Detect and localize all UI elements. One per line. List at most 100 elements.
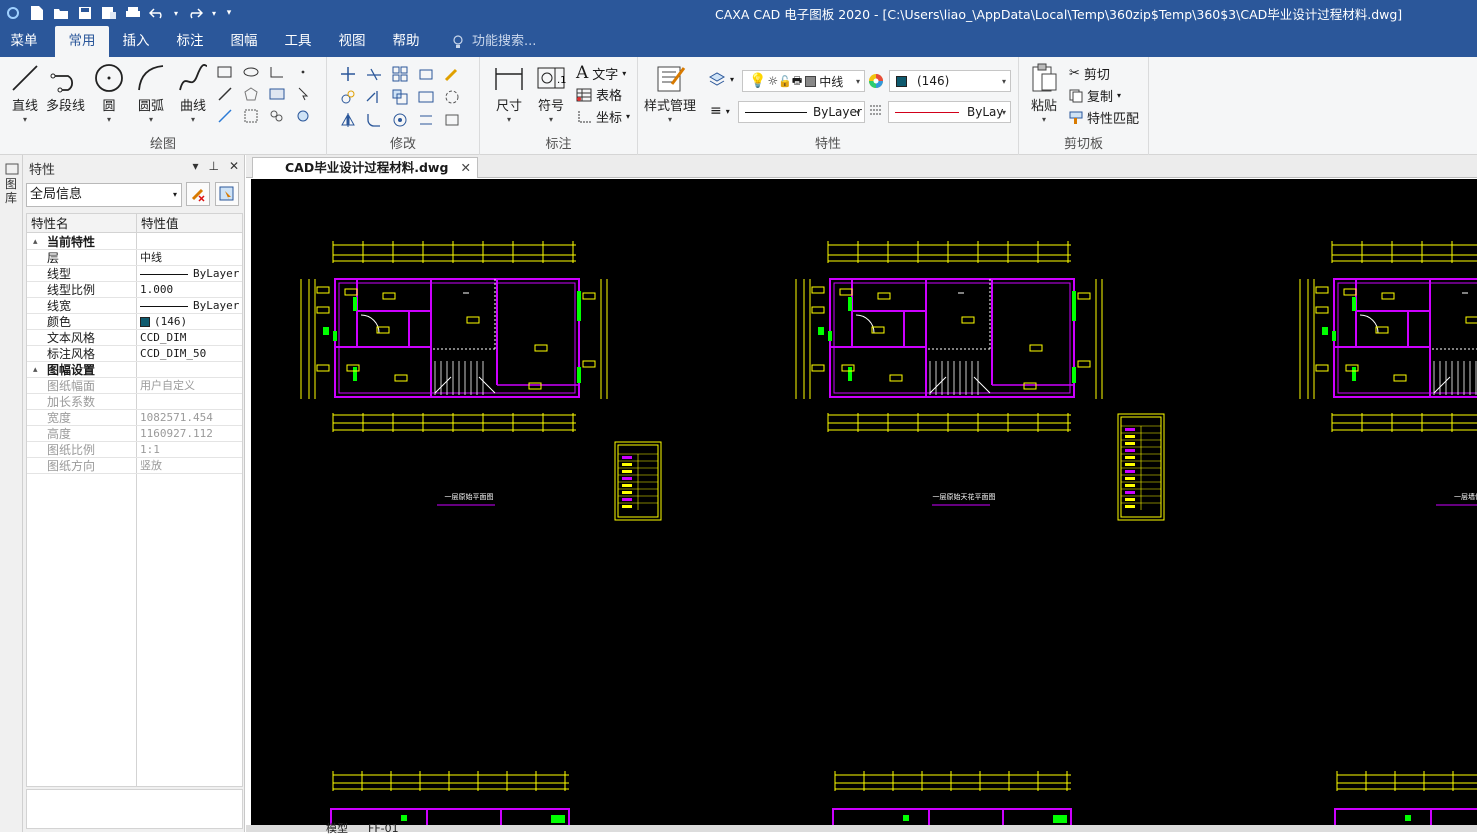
- explode-icon[interactable]: [443, 88, 461, 106]
- match-properties-button[interactable]: 特性匹配: [1069, 108, 1139, 127]
- move-icon[interactable]: [339, 65, 357, 83]
- tab-view[interactable]: 视图: [328, 26, 376, 57]
- property-row[interactable]: 文本风格 CCD_DIM: [27, 330, 242, 346]
- rectangle-icon[interactable]: [216, 63, 234, 81]
- lineweight-list-button[interactable]: ≡ ▾: [710, 103, 730, 119]
- trim-icon[interactable]: [365, 65, 383, 83]
- point-icon[interactable]: [294, 63, 312, 81]
- scope-select[interactable]: 全局信息 ▾: [26, 183, 182, 207]
- linestyle-button[interactable]: [869, 104, 883, 116]
- erase-icon[interactable]: [443, 111, 461, 129]
- open-folder-icon[interactable]: [52, 4, 70, 22]
- copy-object-icon[interactable]: [339, 88, 357, 106]
- save-as-icon[interactable]: [100, 4, 118, 22]
- cut-button[interactable]: ✂ 剪切: [1069, 64, 1110, 83]
- panel-menu-icon[interactable]: ▾: [192, 159, 198, 173]
- quick-select-button[interactable]: [215, 182, 239, 206]
- offset-icon[interactable]: [417, 88, 435, 106]
- property-row[interactable]: 线型 ByLayer: [27, 266, 242, 282]
- style-manager-button[interactable]: 样式管理 ▾: [644, 61, 696, 124]
- parallel-line-icon[interactable]: [216, 85, 234, 103]
- color-wheel-button[interactable]: [868, 73, 884, 89]
- wipeout-icon[interactable]: [294, 107, 312, 125]
- polygon-icon[interactable]: [242, 85, 260, 103]
- tab-menu[interactable]: 菜单: [0, 26, 48, 57]
- fillet-icon[interactable]: [365, 111, 383, 129]
- pin-icon[interactable]: ⊥: [208, 159, 218, 173]
- text-button[interactable]: A 文字 ▾: [576, 63, 626, 83]
- toggle-pickadd-button[interactable]: [186, 182, 210, 206]
- circle-button[interactable]: 圆 ▾: [92, 61, 126, 124]
- color-combo[interactable]: (146) ▾: [889, 70, 1011, 92]
- polyline-button[interactable]: 多段线: [46, 61, 85, 114]
- array-icon[interactable]: [391, 65, 409, 83]
- property-row[interactable]: 标注风格 CCD_DIM_50: [27, 346, 242, 362]
- redo-dropdown-icon[interactable]: ▾: [210, 4, 218, 22]
- library-icon[interactable]: [5, 163, 19, 175]
- table-button[interactable]: 表格: [576, 85, 622, 104]
- close-icon[interactable]: ✕: [229, 159, 239, 173]
- arc-button[interactable]: 圆弧 ▾: [134, 61, 168, 124]
- dimension-button[interactable]: 尺寸 ▾: [492, 61, 526, 124]
- hatch-icon[interactable]: [268, 85, 286, 103]
- label-tag: [528, 382, 542, 390]
- redo-icon[interactable]: [186, 4, 204, 22]
- property-row[interactable]: 线宽 ByLayer: [27, 298, 242, 314]
- paste-button[interactable]: 粘贴 ▾: [1027, 61, 1061, 124]
- tab-common[interactable]: 常用: [55, 26, 109, 57]
- mirror-icon[interactable]: [339, 111, 357, 129]
- drawing-canvas[interactable]: 一层原始平面图 一层原始天花平面图 一层墙体: [251, 179, 1477, 825]
- app-logo-icon[interactable]: [4, 4, 22, 22]
- layer-manager-button[interactable]: ▾: [708, 71, 734, 87]
- break-icon[interactable]: [417, 111, 435, 129]
- property-value[interactable]: 中线: [140, 250, 162, 266]
- property-section[interactable]: ▴ 当前特性: [27, 234, 242, 250]
- collapse-icon[interactable]: ▴: [33, 362, 38, 378]
- new-file-icon[interactable]: [28, 4, 46, 22]
- block-icon[interactable]: [242, 107, 260, 125]
- tab-help[interactable]: 帮助: [382, 26, 430, 57]
- centerline-icon[interactable]: [268, 63, 286, 81]
- linetype-combo[interactable]: ByLayer ▾: [738, 101, 865, 123]
- layer-combo[interactable]: 💡 ☼ 🔓 🖶 中线 ▾: [742, 70, 865, 92]
- copy-button[interactable]: 复制 ▾: [1069, 86, 1121, 105]
- close-document-icon[interactable]: ✕: [461, 158, 471, 178]
- document-tab[interactable]: CAD毕业设计过程材料.dwg ✕: [252, 157, 478, 178]
- scale-icon[interactable]: [391, 88, 409, 106]
- tab-sheet[interactable]: 图幅: [220, 26, 268, 57]
- symbol-button[interactable]: .1 符号 ▾: [534, 61, 568, 124]
- curve-button[interactable]: 曲线 ▾: [176, 61, 210, 124]
- tab-annotate[interactable]: 标注: [166, 26, 214, 57]
- property-row[interactable]: 层 中线: [27, 250, 242, 266]
- property-value[interactable]: (146): [154, 314, 187, 330]
- property-row[interactable]: 颜色 (146): [27, 314, 242, 330]
- property-section[interactable]: ▴ 图幅设置: [27, 362, 242, 378]
- extend-icon[interactable]: [365, 88, 383, 106]
- collapse-icon[interactable]: ▴: [33, 234, 38, 250]
- save-icon[interactable]: [76, 4, 94, 22]
- tab-tools[interactable]: 工具: [274, 26, 322, 57]
- lineweight-combo[interactable]: ByLay ▾: [888, 101, 1011, 123]
- construction-line-icon[interactable]: [216, 107, 234, 125]
- property-value[interactable]: CCD_DIM_50: [140, 346, 206, 362]
- tab-insert[interactable]: 插入: [112, 26, 160, 57]
- line-button[interactable]: 直线 ▾: [8, 61, 42, 124]
- customize-qat-icon[interactable]: ▾: [224, 4, 234, 22]
- print-icon[interactable]: [124, 4, 142, 22]
- rotate-icon[interactable]: [391, 111, 409, 129]
- property-value[interactable]: ByLayer: [193, 266, 239, 282]
- pointer-icon[interactable]: [294, 85, 312, 103]
- property-value[interactable]: 1.000: [140, 282, 173, 298]
- property-value[interactable]: CCD_DIM: [140, 330, 186, 346]
- property-value[interactable]: ByLayer: [193, 298, 239, 314]
- cloud-icon[interactable]: [268, 107, 286, 125]
- library-label[interactable]: 图库: [5, 177, 19, 205]
- undo-icon[interactable]: [148, 4, 166, 22]
- feature-search[interactable]: 功能搜索...: [452, 26, 536, 57]
- stretch-icon[interactable]: [417, 65, 435, 83]
- brush-icon[interactable]: [443, 65, 461, 83]
- ellipse-icon[interactable]: [242, 63, 260, 81]
- undo-dropdown-icon[interactable]: ▾: [172, 4, 180, 22]
- coordinate-button[interactable]: 坐标 ▾: [576, 107, 630, 126]
- property-row[interactable]: 线型比例 1.000: [27, 282, 242, 298]
